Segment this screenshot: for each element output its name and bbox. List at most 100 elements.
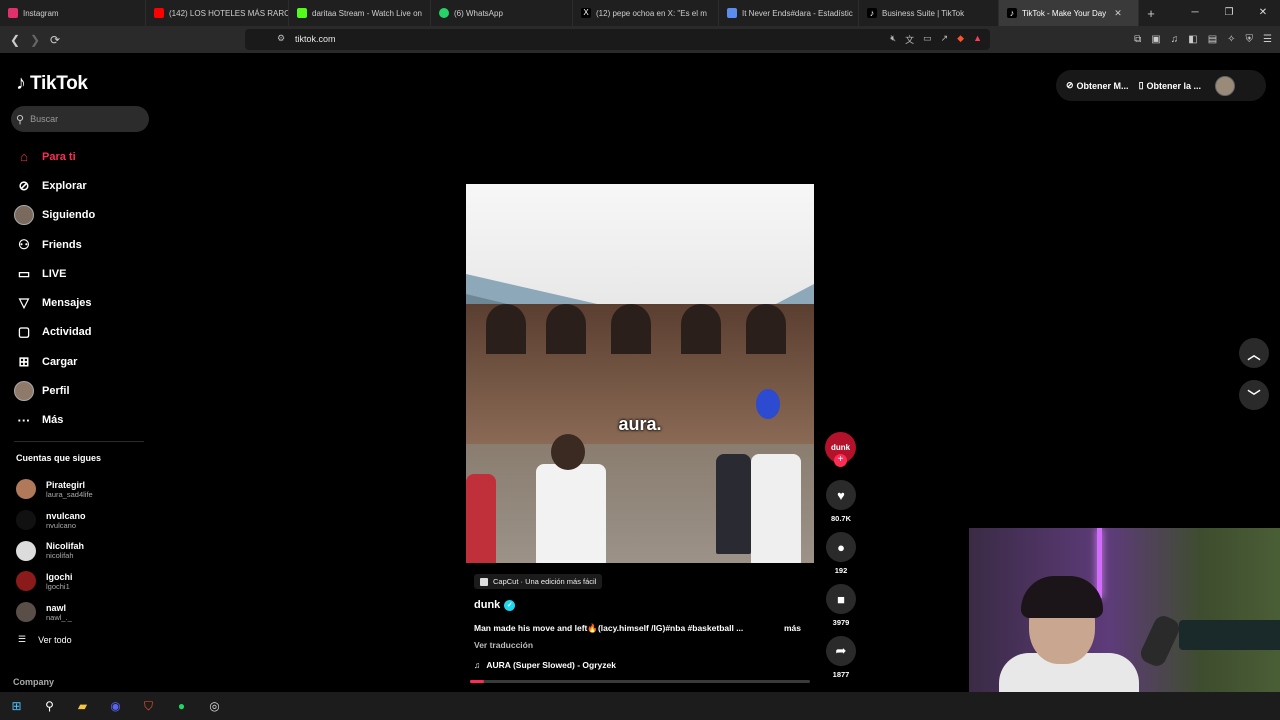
tab-whatsapp[interactable]: (6) WhatsApp bbox=[431, 0, 573, 26]
instagram-icon bbox=[8, 8, 18, 18]
windows-taskbar: ⊞ ⚲ ▰ ◉ ⛉ ● ◎ bbox=[0, 692, 1280, 720]
new-tab-button[interactable]: + bbox=[1139, 6, 1163, 21]
close-tab-icon[interactable]: ✕ bbox=[1114, 8, 1122, 19]
sidebar-item-mensajes[interactable]: ▽ Mensajes bbox=[14, 288, 95, 317]
close-window-icon[interactable]: ✕ bbox=[1246, 0, 1280, 26]
following-item[interactable]: nvulcano nvulcano bbox=[16, 505, 93, 536]
chevron-up-icon: ︿ bbox=[1247, 346, 1261, 362]
translate-link[interactable]: Ver traducción bbox=[474, 640, 533, 650]
wallet2-icon[interactable]: ▤ bbox=[1208, 34, 1217, 45]
tab-kick[interactable]: daritaa Stream - Watch Live on bbox=[289, 0, 431, 26]
save-button[interactable]: ■ 3979 bbox=[826, 584, 856, 627]
music-link[interactable]: ♫ AURA (Super Slowed) - Ogryzek bbox=[474, 660, 616, 670]
video-person bbox=[716, 454, 751, 554]
tab-stats[interactable]: It Never Ends#dara - Estadístic bbox=[719, 0, 859, 26]
media-icon[interactable]: ♫ bbox=[1171, 34, 1179, 45]
video-progress-bar[interactable] bbox=[470, 680, 810, 683]
obs-icon[interactable]: ◎ bbox=[198, 692, 231, 720]
file-explorer-icon[interactable]: ▰ bbox=[66, 692, 99, 720]
following-item[interactable]: Pirategirl laura_sad4life bbox=[16, 474, 93, 505]
extensions-icon[interactable]: ⧉ bbox=[1134, 34, 1141, 45]
sidebar-item-perfil[interactable]: Perfil bbox=[14, 376, 95, 405]
more-link[interactable]: más bbox=[784, 623, 801, 633]
mute-icon[interactable]: 🔇︎ bbox=[890, 33, 896, 46]
sidebar-menu: ⌂ Para ti ⊘ Explorar Siguiendo ⚇ Friends ▭ L… bbox=[14, 142, 95, 435]
following-item[interactable]: lgochi lgochi1 bbox=[16, 566, 93, 597]
address-bar-row: ❮ ❯ ⟳ ☐ ⚙ tiktok.com 🔇︎ 文 ▭ ↗ ◆ ▲ ⧉ ▣ ♫ … bbox=[0, 26, 1280, 53]
search-box[interactable]: ⚲ bbox=[11, 106, 149, 132]
kick-icon bbox=[297, 8, 307, 18]
video-author[interactable]: dunk ✓ bbox=[474, 599, 516, 611]
video-person bbox=[751, 454, 801, 563]
brave-icon[interactable]: ⛉ bbox=[132, 692, 165, 720]
brave-rewards-icon[interactable]: ▲ bbox=[973, 33, 982, 46]
minimize-icon[interactable]: ─ bbox=[1178, 0, 1212, 26]
get-coins-button[interactable]: ⊘ Obtener M... bbox=[1066, 80, 1129, 91]
url-text[interactable]: tiktok.com bbox=[295, 34, 336, 44]
previous-video-button[interactable]: ︿ bbox=[1239, 338, 1269, 368]
capcut-badge[interactable]: CapCut · Una edición más fácil bbox=[474, 574, 603, 589]
avatar bbox=[16, 479, 36, 500]
profile-avatar[interactable] bbox=[1215, 75, 1236, 96]
sidebar-item-explorar[interactable]: ⊘ Explorar bbox=[14, 171, 95, 200]
search-icon[interactable]: ⚲ bbox=[33, 692, 66, 720]
sidebar-item-actividad[interactable]: ▢ Actividad bbox=[14, 318, 95, 347]
live-icon: ▭ bbox=[17, 265, 31, 281]
back-icon[interactable]: ❮ bbox=[5, 33, 25, 47]
spotify-icon[interactable]: ● bbox=[165, 692, 198, 720]
following-item[interactable]: Nicolifah nicolifah bbox=[16, 535, 93, 566]
tab-tiktok-active[interactable]: ♪ TikTok - Make Your Day ✕ bbox=[999, 0, 1139, 26]
profile-avatar bbox=[14, 381, 34, 402]
like-button[interactable]: ♥ 80.7K bbox=[826, 480, 856, 523]
webcam-microphone bbox=[1137, 612, 1183, 670]
sidebar-item-siguiendo[interactable]: Siguiendo bbox=[14, 201, 95, 230]
video-player[interactable]: aura. bbox=[466, 184, 814, 563]
screen-icon[interactable]: ▭ bbox=[923, 33, 932, 46]
share-button[interactable]: ➦ 1877 bbox=[826, 636, 856, 679]
following-header: Cuentas que sigues bbox=[16, 453, 102, 463]
url-bar[interactable]: ⚙ tiktok.com 🔇︎ 文 ▭ ↗ ◆ ▲ bbox=[245, 29, 990, 50]
sidebar-icon[interactable]: ◧ bbox=[1188, 34, 1197, 45]
tab-x[interactable]: X (12) pepe ochoa en X: "Es el m bbox=[573, 0, 719, 26]
sidebar-item-live[interactable]: ▭ LIVE bbox=[14, 259, 95, 288]
tab-instagram[interactable]: Instagram bbox=[0, 0, 146, 26]
video-person bbox=[466, 474, 496, 563]
reload-icon[interactable]: ⟳ bbox=[45, 33, 65, 47]
comment-button[interactable]: ● 192 bbox=[826, 532, 856, 575]
tiktok-note-icon: ♪ bbox=[16, 72, 26, 94]
leo-icon[interactable]: ✧ bbox=[1227, 34, 1235, 45]
whatsapp-icon bbox=[439, 8, 449, 18]
wallet-icon[interactable]: ▣ bbox=[1151, 34, 1160, 45]
tab-business-suite[interactable]: ♪ Business Suite | TikTok bbox=[859, 0, 999, 26]
forward-icon[interactable]: ❯ bbox=[25, 33, 45, 47]
sidebar-item-cargar[interactable]: ⊞ Cargar bbox=[14, 347, 95, 376]
tiktok-logo[interactable]: ♪ TikTok bbox=[16, 72, 88, 95]
next-video-button[interactable]: ﹀ bbox=[1239, 380, 1269, 410]
send-icon: ▽ bbox=[19, 295, 29, 311]
following-avatar bbox=[14, 205, 34, 226]
vpn-icon[interactable]: ⛨ bbox=[1246, 34, 1254, 45]
get-app-button[interactable]: ▯ Obtener la ... bbox=[1139, 80, 1201, 91]
windows-start-icon[interactable]: ⊞ bbox=[0, 692, 33, 720]
share-icon[interactable]: ↗ bbox=[941, 33, 949, 46]
discord-icon[interactable]: ◉ bbox=[99, 692, 132, 720]
browser-toolbar-icons: ⧉ ▣ ♫ ◧ ▤ ✧ ⛨ ☰ bbox=[1134, 34, 1272, 45]
translate-icon[interactable]: 文 bbox=[905, 33, 914, 46]
sidebar-item-para-ti[interactable]: ⌂ Para ti bbox=[14, 142, 95, 171]
following-item[interactable]: nawl nawl_._ bbox=[16, 597, 93, 628]
tab-youtube[interactable]: (142) LOS HOTELES MÁS RARO bbox=[146, 0, 289, 26]
brave-shield-icon[interactable]: ◆ bbox=[957, 33, 964, 46]
tiktok-icon: ♪ bbox=[867, 8, 877, 18]
search-input[interactable] bbox=[28, 113, 143, 125]
webcam-hair bbox=[1021, 576, 1103, 618]
site-info-icon[interactable]: ⚙ bbox=[277, 33, 285, 44]
company-link[interactable]: Company bbox=[13, 677, 54, 687]
menu-icon[interactable]: ☰ bbox=[1263, 34, 1272, 45]
sidebar-item-mas[interactable]: ··· Más bbox=[14, 406, 95, 435]
see-all-link[interactable]: ☰ Ver todo bbox=[18, 634, 72, 645]
sidebar-item-friends[interactable]: ⚇ Friends bbox=[14, 230, 95, 259]
friends-icon: ⚇ bbox=[18, 236, 30, 252]
follow-plus-icon[interactable]: + bbox=[834, 454, 847, 467]
tiktok-icon: ♪ bbox=[1007, 8, 1017, 18]
maximize-icon[interactable]: ❐ bbox=[1212, 0, 1246, 26]
